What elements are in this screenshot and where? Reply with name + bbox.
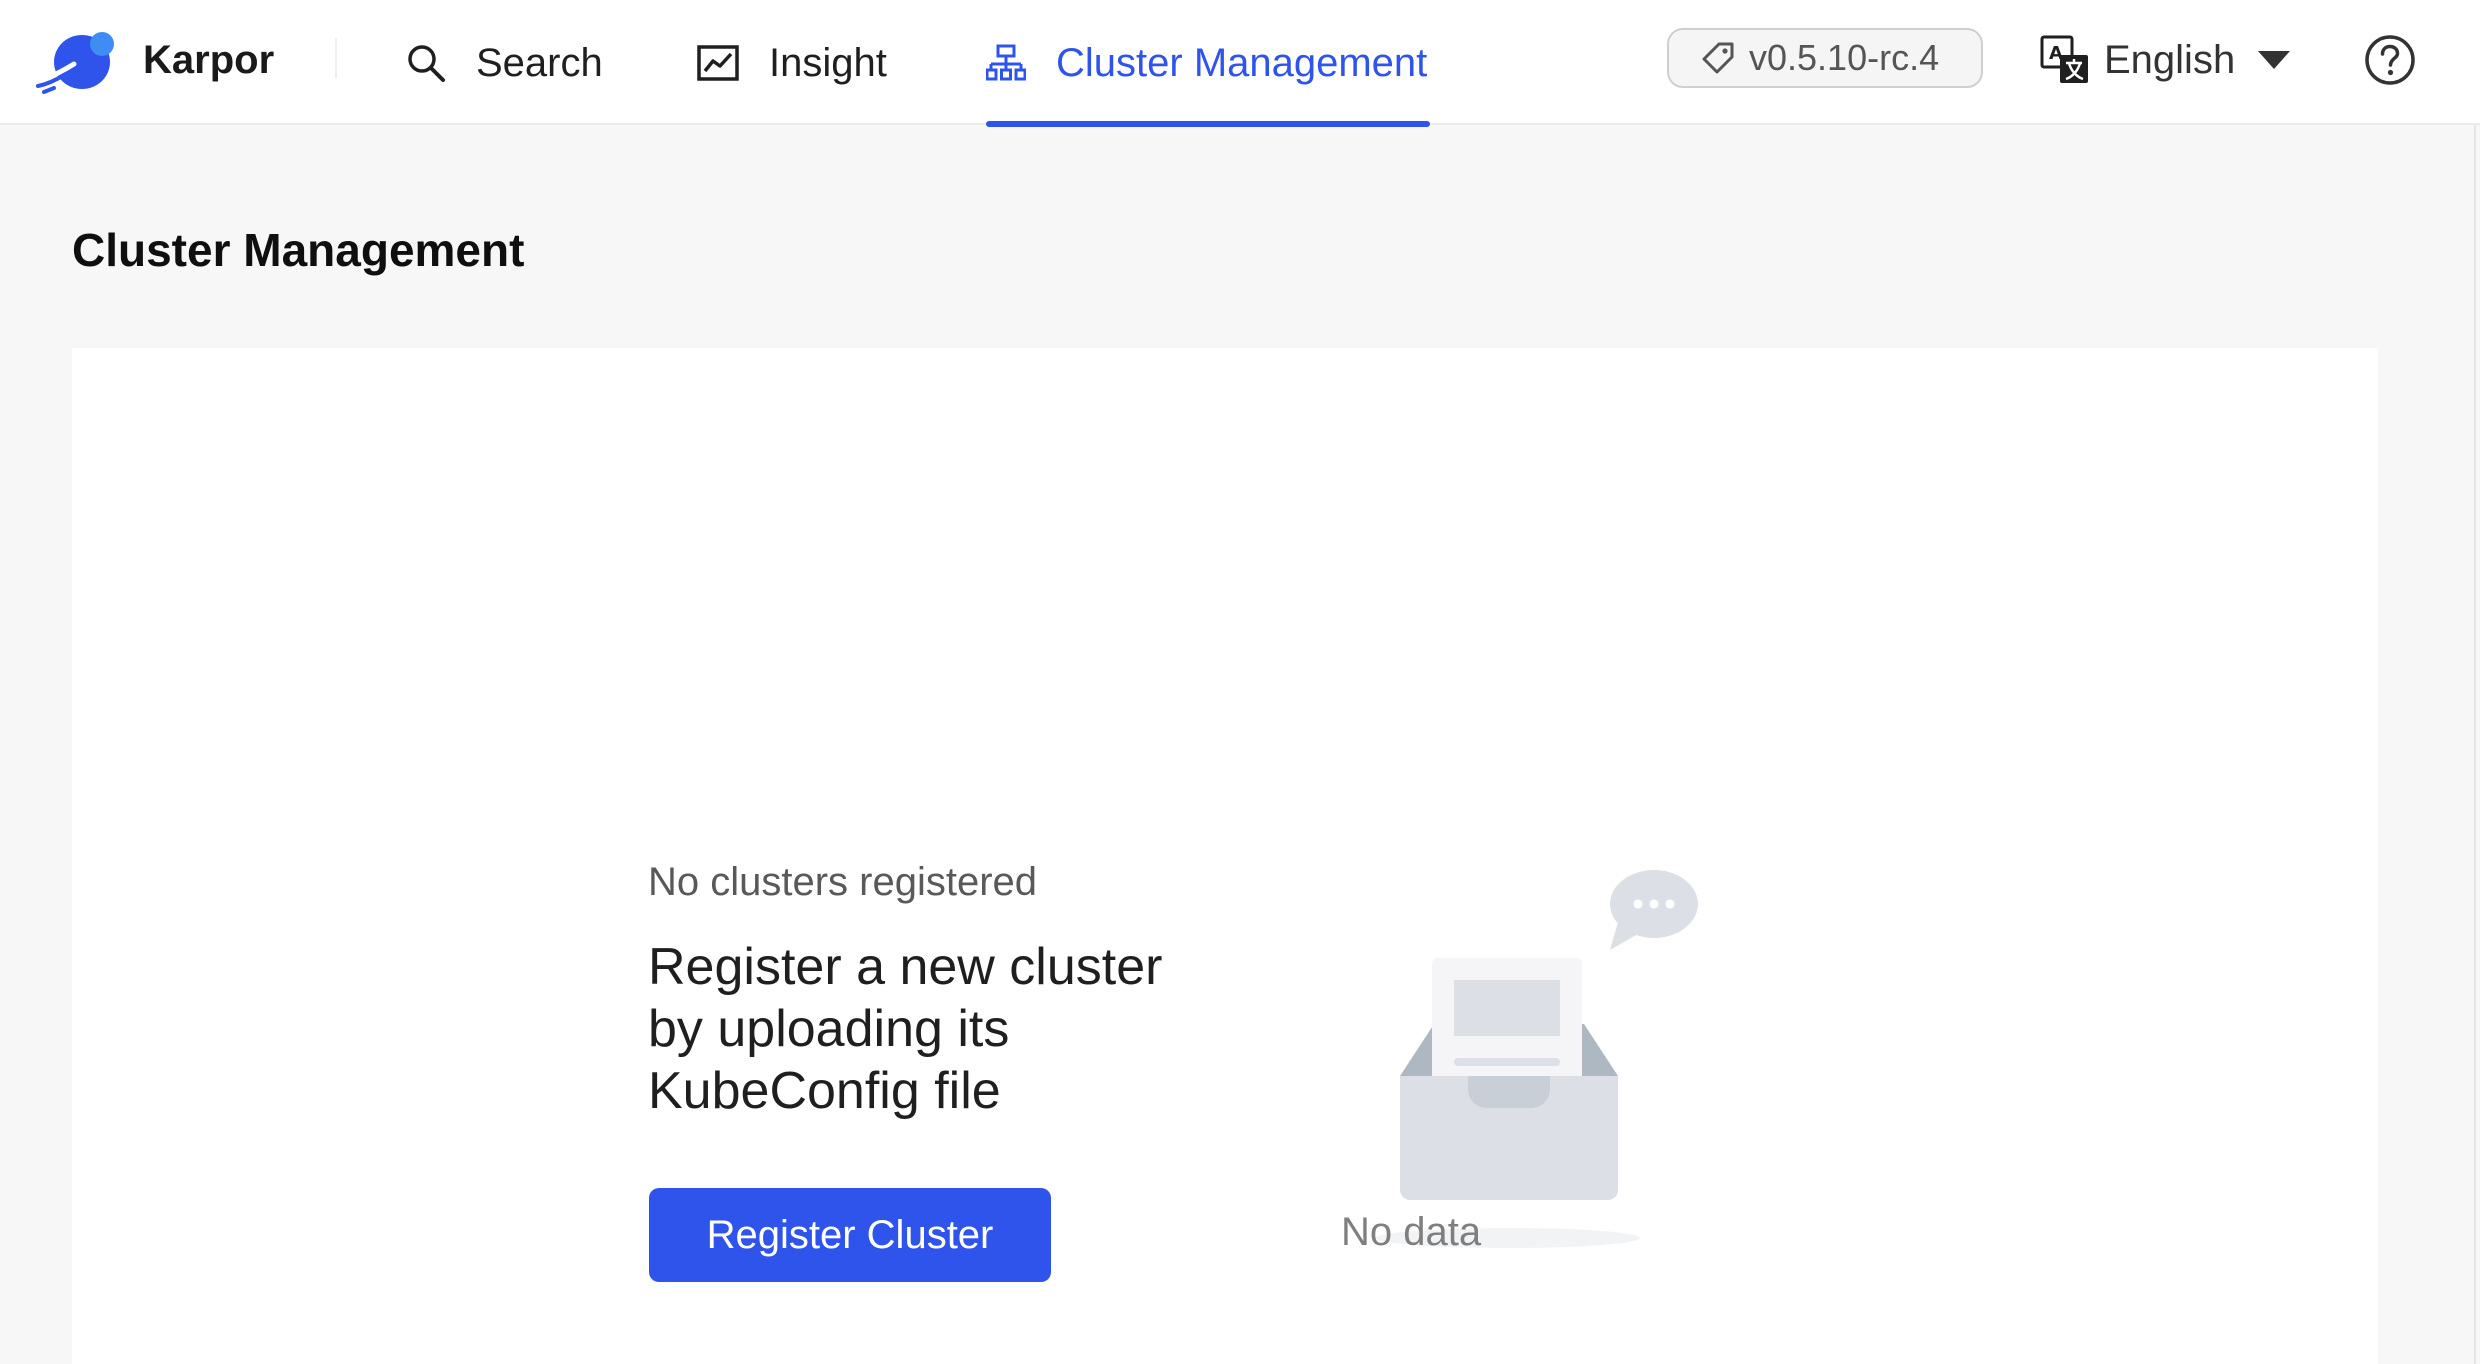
empty-inbox-icon (1376, 870, 1698, 1248)
empty-state-text: No clusters registered Register a new cl… (648, 858, 1268, 1122)
headline-line: KubeConfig file (648, 1062, 1001, 1120)
search-icon (408, 44, 445, 82)
empty-state-headline: Register a new cluster by uploading its … (648, 936, 1268, 1122)
nav-item-cluster-management[interactable]: Cluster Management (986, 0, 1430, 127)
register-cluster-button[interactable]: Register Cluster (649, 1188, 1051, 1282)
help-icon[interactable] (2364, 34, 2416, 86)
caret-down-icon (2258, 51, 2291, 69)
nav-label-search: Search (476, 40, 603, 85)
page-title: Cluster Management (72, 224, 525, 276)
chart-line-icon (697, 44, 739, 81)
language-selector[interactable]: A English (2040, 30, 2291, 90)
headline-line: by uploading its (648, 1000, 1010, 1058)
language-label: English (2104, 38, 2236, 82)
version-badge: v0.5.10-rc.4 (1667, 28, 1983, 88)
cluster-list-card: No clusters registered Register a new cl… (72, 348, 2378, 1364)
version-text: v0.5.10-rc.4 (1749, 37, 1940, 78)
brand-name[interactable]: Karpor (143, 36, 274, 84)
translate-icon: A (2040, 35, 2088, 83)
no-data-label: No data (1341, 1210, 1482, 1254)
cluster-tree-icon (986, 44, 1026, 80)
nav-item-search[interactable]: Search (406, 0, 603, 125)
nav-item-insight[interactable]: Insight (697, 0, 887, 125)
scrollbar-track[interactable] (2474, 125, 2476, 1364)
nav-label-cluster-management: Cluster Management (1056, 40, 1428, 85)
brand-divider (335, 38, 337, 78)
karpor-logo-icon[interactable] (34, 28, 118, 94)
tag-icon (1702, 42, 1734, 74)
top-navigation-bar: Karpor Search Insight Cluster Management (0, 0, 2480, 127)
headline-line: Register a new cluster (648, 938, 1163, 996)
active-tab-indicator (986, 121, 1430, 127)
empty-state-subtitle: No clusters registered (648, 860, 1038, 904)
nav-label-insight: Insight (769, 40, 887, 85)
